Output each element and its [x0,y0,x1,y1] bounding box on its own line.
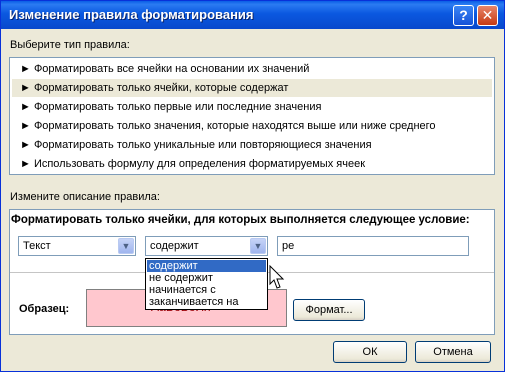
condition-combo[interactable]: Текст ▼ [18,236,136,256]
operator-option[interactable]: начинается с [147,284,266,296]
chevron-down-icon[interactable]: ▼ [118,238,134,254]
rule-type-item[interactable]: ► Форматировать только значения, которые… [12,117,492,135]
rule-type-item[interactable]: ► Использовать формулу для определения ф… [12,155,492,173]
operator-combo[interactable]: содержит ▼ [145,236,268,256]
ok-button[interactable]: ОК [333,341,407,363]
condition-value: Текст [23,240,51,252]
description-header: Форматировать только ячейки, для которых… [11,214,470,226]
rule-type-item[interactable]: ► Форматировать только первые или послед… [12,98,492,116]
cancel-button[interactable]: Отмена [415,341,491,363]
rule-type-list: ► Форматировать все ячейки на основании … [9,57,495,175]
format-rule-dialog: Изменение правила форматирования ? ✕ Выб… [0,0,505,372]
rule-type-item[interactable]: ► Форматировать только уникальные или по… [12,136,492,154]
mouse-cursor-icon [269,265,285,289]
help-icon: ? [459,7,468,23]
rule-type-item-selected[interactable]: ► Форматировать только ячейки, которые с… [12,79,492,97]
dialog-title: Изменение правила форматирования [9,7,254,22]
close-button[interactable]: ✕ [477,5,498,26]
chevron-down-icon[interactable]: ▼ [250,238,266,254]
close-icon: ✕ [481,7,494,23]
preview-label: Образец: [19,303,70,315]
operator-option-selected[interactable]: содержит [147,260,266,272]
title-bar[interactable]: Изменение правила форматирования ? ✕ [1,1,504,29]
help-button[interactable]: ? [453,5,474,26]
format-button[interactable]: Формат... [293,299,365,321]
criteria-text-input[interactable]: ре [277,236,469,256]
rule-type-item[interactable]: ► Форматировать все ячейки на основании … [12,60,492,78]
rule-type-label: Выберите тип правила: [10,39,130,51]
description-label: Измените описание правила: [10,191,160,203]
operator-value: содержит [150,240,199,252]
criteria-text-value: ре [282,240,295,252]
operator-dropdown-list: содержит не содержит начинается с заканч… [145,258,268,310]
operator-option[interactable]: не содержит [147,272,266,284]
operator-option[interactable]: заканчивается на [147,296,266,308]
